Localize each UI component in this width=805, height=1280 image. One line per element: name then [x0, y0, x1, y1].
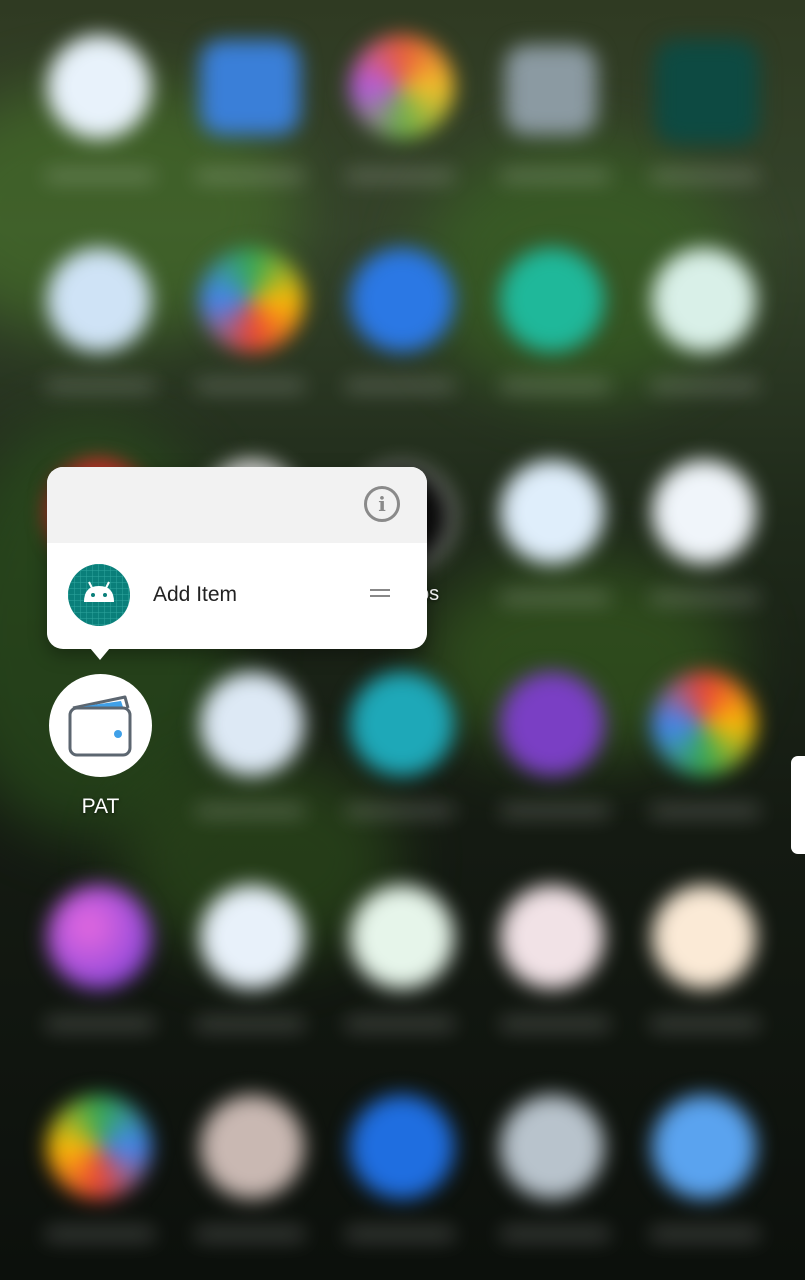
fast-scroll-handle[interactable]	[791, 756, 805, 854]
info-icon[interactable]: i	[364, 486, 400, 522]
pat-app-icon[interactable]	[49, 674, 152, 777]
android-icon	[68, 564, 130, 626]
popup-pointer	[90, 648, 110, 660]
app-shortcuts-popup: i Add Item	[47, 467, 427, 660]
wallet-icon	[68, 695, 132, 757]
app-label-pat: PAT	[81, 795, 120, 818]
drag-handle-icon[interactable]	[370, 589, 390, 598]
popup-header: i	[47, 467, 427, 543]
shortcut-label: Add Item	[153, 583, 238, 606]
shortcut-add-item[interactable]: Add Item	[47, 561, 427, 629]
